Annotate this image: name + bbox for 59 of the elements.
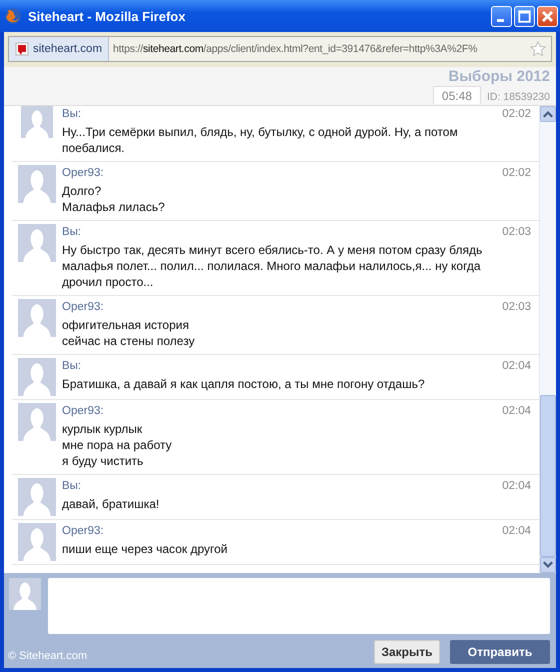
window-title: Siteheart - Mozilla Firefox: [28, 8, 186, 24]
copyright-text: © Siteheart.com: [8, 650, 88, 664]
maximize-icon: [517, 8, 532, 24]
message-author: Вы:: [62, 359, 82, 374]
message-time: 02:03: [502, 225, 531, 240]
avatar-icon: [18, 478, 56, 516]
message-time: 02:04: [502, 479, 531, 494]
message-author: Вы:: [62, 225, 82, 240]
message-text: Малафья лилась?: [62, 199, 166, 215]
message-time: 02:02: [502, 107, 531, 122]
scroll-up-button[interactable]: [540, 106, 556, 122]
message-text: офигительная история: [62, 317, 190, 333]
avatar-icon: [18, 165, 56, 203]
chat-title: Выборы 2012: [448, 68, 550, 85]
message-time: 02:04: [502, 524, 531, 539]
message-author: Oper93:: [62, 524, 104, 539]
message-text: Ну быстро так, десять минут всего ебялись-то. А у меня потом сразу блядь малафья полет... полил... полилася. Много малафьи налилось,я... ну когда дрочил просто...: [62, 242, 484, 290]
message-text: Долго?: [62, 183, 102, 199]
avatar-icon: [18, 299, 56, 337]
message-author: Oper93:: [62, 404, 104, 419]
message-text: Братишка, а давай я как цапля постою, а ты мне погону отдашь?: [62, 376, 426, 392]
message-text: сейчас на стены полезу: [62, 333, 196, 349]
message-time: 02:04: [502, 404, 531, 419]
message-text: я буду чистить: [62, 453, 144, 469]
send-button[interactable]: Отправить: [450, 640, 550, 664]
scrollbar[interactable]: [539, 106, 556, 573]
message-text: мне пора на работу: [62, 437, 173, 453]
message-time: 02:04: [502, 359, 531, 374]
minimize-button[interactable]: [491, 6, 512, 26]
avatar-icon: [8, 578, 42, 610]
url-text: https://siteheart.com/apps/client/index.html?ent_id=391476&refer=http%3A%2F%: [112, 43, 478, 55]
avatar-icon: [18, 403, 56, 441]
avatar-icon: [18, 224, 56, 262]
scroll-down-button[interactable]: [540, 557, 556, 573]
maximize-button[interactable]: [514, 6, 535, 26]
message-author: Oper93:: [62, 300, 104, 315]
minimize-icon: [497, 18, 504, 22]
address-bar[interactable]: siteheart.com https://siteheart.com/apps/client/index.html?ent_id=391476&refer=http%3A%2F%: [8, 36, 552, 62]
browser-logo-icon: [4, 7, 22, 25]
site-identity-button[interactable]: siteheart.com: [9, 37, 110, 61]
close-chat-button[interactable]: Закрыть: [374, 640, 440, 664]
site-icon: [15, 42, 29, 56]
message-author: Вы:: [62, 107, 82, 122]
message-text: Ну...Три семёрки выпил, блядь, ну, бутылку, с одной дурой. Ну, а потом поебалися.: [62, 124, 459, 156]
bookmark-star-icon[interactable]: [529, 40, 547, 58]
message-text: пиши еще через часок другой: [62, 541, 228, 557]
avatar-icon: [18, 523, 56, 561]
message-time: 02:03: [502, 300, 531, 315]
chat-id: ID: 18539230: [486, 91, 550, 103]
message-text: давай, братишка!: [62, 496, 160, 512]
message-input[interactable]: [48, 578, 550, 634]
message-time: 02:02: [502, 166, 531, 181]
close-icon: [540, 8, 555, 24]
scroll-thumb[interactable]: [540, 395, 556, 557]
close-button[interactable]: [537, 6, 558, 26]
message-text: курлык курлык: [62, 421, 144, 437]
message-author: Вы:: [62, 479, 82, 494]
avatar-icon: [18, 358, 56, 396]
message-author: Oper93:: [62, 166, 104, 181]
